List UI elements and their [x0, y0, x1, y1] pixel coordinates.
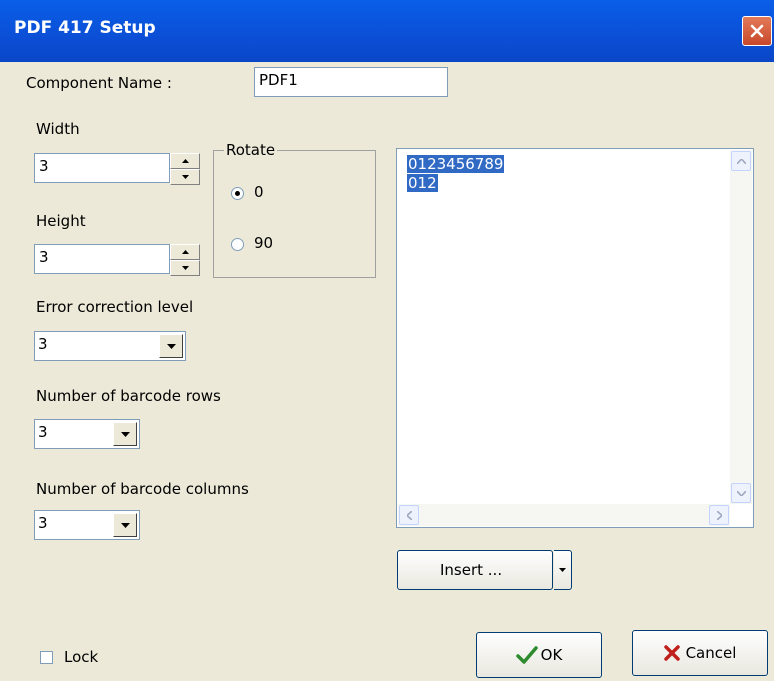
textarea-line-1: 0123456789 [407, 155, 505, 173]
barcode-data-textarea[interactable]: 0123456789 012 [396, 148, 754, 528]
horizontal-scrollbar[interactable] [398, 504, 730, 526]
height-input[interactable]: 3 [34, 244, 170, 274]
error-correction-select[interactable]: 3 [34, 331, 186, 361]
insert-dropdown-button[interactable] [554, 550, 572, 590]
lock-checkbox[interactable] [40, 651, 53, 664]
chevron-up-icon [736, 158, 746, 164]
chevron-down-icon [120, 431, 130, 437]
window-title: PDF 417 Setup [14, 18, 156, 38]
title-bar: PDF 417 Setup [0, 0, 774, 62]
barcode-rows-value: 3 [38, 423, 48, 441]
lock-label: Lock [64, 648, 99, 666]
arrow-up-icon [181, 250, 189, 254]
scroll-left-button[interactable] [399, 505, 419, 525]
barcode-rows-select[interactable]: 3 [34, 419, 140, 449]
height-spin-up-button[interactable] [170, 244, 200, 260]
arrow-up-icon [181, 159, 189, 163]
chevron-down-icon [559, 568, 566, 572]
width-label: Width [36, 120, 80, 138]
component-name-label: Component Name : [26, 74, 172, 92]
textarea-line-2: 012 [407, 174, 438, 192]
width-spin-up-button[interactable] [170, 153, 200, 169]
height-spinner [170, 244, 200, 276]
chevron-down-icon [736, 490, 746, 496]
cancel-button-label: Cancel [685, 644, 737, 662]
chevron-down-icon [166, 343, 176, 349]
insert-button-label: Insert ... [440, 561, 503, 579]
rotate-0-radio[interactable] [231, 187, 244, 200]
arrow-down-icon [181, 266, 189, 270]
chevron-right-icon [716, 510, 722, 520]
height-label: Height [36, 212, 86, 230]
barcode-rows-label: Number of barcode rows [36, 387, 221, 405]
error-correction-label: Error correction level [36, 298, 194, 316]
barcode-rows-dropdown-button[interactable] [113, 422, 137, 446]
error-correction-dropdown-button[interactable] [159, 334, 183, 358]
close-button[interactable] [742, 16, 772, 46]
ok-button[interactable]: OK [476, 632, 602, 678]
component-name-input[interactable]: PDF1 [254, 67, 448, 97]
rotate-0-label: 0 [254, 183, 264, 201]
barcode-columns-label: Number of barcode columns [36, 480, 249, 498]
height-spin-down-button[interactable] [170, 260, 200, 276]
vertical-scrollbar[interactable] [730, 150, 752, 504]
rotate-groupbox [213, 150, 376, 278]
chevron-down-icon [120, 522, 130, 528]
scroll-right-button[interactable] [709, 505, 729, 525]
scroll-up-button[interactable] [731, 151, 751, 171]
barcode-columns-select[interactable]: 3 [34, 510, 140, 540]
x-icon [663, 645, 680, 661]
barcode-columns-dropdown-button[interactable] [113, 513, 137, 537]
dialog-body: Component Name : PDF1 Width 3 Height 3 R… [0, 62, 774, 681]
error-correction-value: 3 [38, 335, 48, 353]
barcode-columns-value: 3 [38, 514, 48, 532]
width-spinner [170, 153, 200, 185]
radio-selected-dot [235, 191, 240, 196]
rotate-90-radio[interactable] [231, 238, 244, 251]
close-x-icon [750, 24, 764, 38]
arrow-down-icon [181, 175, 189, 179]
ok-button-label: OK [540, 646, 563, 664]
rotate-group-label: Rotate [224, 141, 278, 159]
width-input[interactable]: 3 [34, 153, 170, 183]
rotate-90-label: 90 [254, 234, 274, 252]
cancel-button[interactable]: Cancel [632, 630, 768, 676]
checkmark-icon [515, 646, 538, 664]
scroll-down-button[interactable] [731, 483, 751, 503]
insert-button[interactable]: Insert ... [397, 550, 553, 590]
chevron-left-icon [406, 510, 412, 520]
width-spin-down-button[interactable] [170, 169, 200, 185]
